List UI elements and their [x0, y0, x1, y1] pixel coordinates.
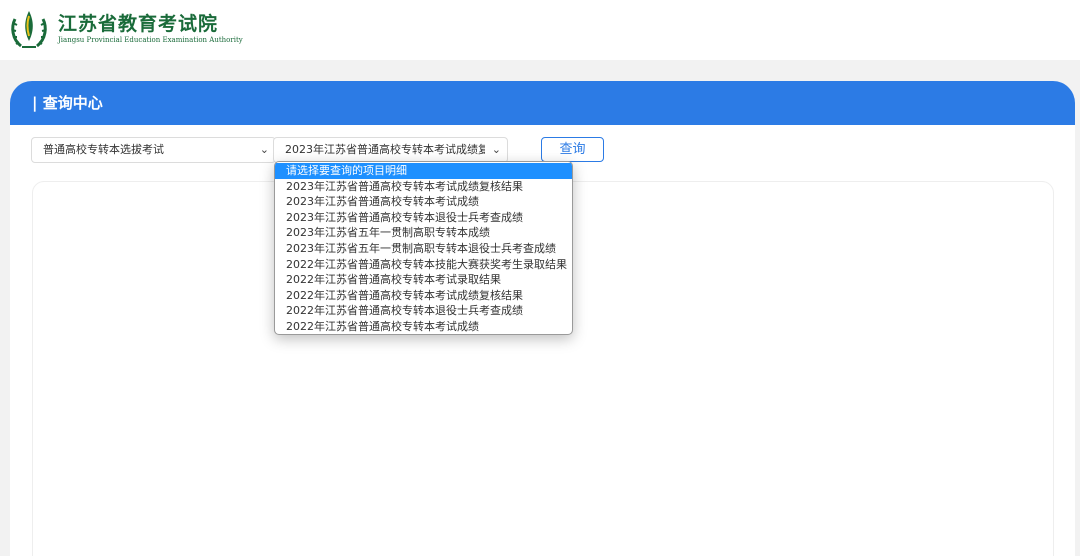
panel-title: | 查询中心	[32, 94, 103, 112]
dropdown-option[interactable]: 2022年江苏省普通高校专转本技能大赛获奖考生录取结果	[275, 257, 572, 273]
dropdown-option[interactable]: 2023年江苏省普通高校专转本退役士兵考查成绩	[275, 210, 572, 226]
exam-type-select[interactable]: 普通高校专转本选拔考试 ⌄	[31, 137, 276, 163]
dropdown-option[interactable]: 2022年江苏省普通高校专转本退役士兵考查成绩	[275, 303, 572, 319]
emblem-logo-icon	[11, 11, 47, 48]
dropdown-option[interactable]: 2022年江苏省普通高校专转本考试录取结果	[275, 272, 572, 288]
dropdown-option[interactable]: 2023年江苏省五年一贯制高职专转本退役士兵考查成绩	[275, 241, 572, 257]
query-button[interactable]: 查询	[541, 137, 604, 162]
chevron-down-icon: ⌄	[259, 143, 269, 156]
dropdown-option[interactable]: 2023年江苏省普通高校专转本考试成绩	[275, 194, 572, 210]
panel-header: | 查询中心	[10, 81, 1075, 125]
dropdown-option[interactable]: 2022年江苏省普通高校专转本考试成绩	[275, 319, 572, 334]
dropdown-option[interactable]: 2023年江苏省五年一贯制高职专转本成绩	[275, 225, 572, 241]
dropdown-option[interactable]: 2022年江苏省普通高校专转本考试成绩复核结果	[275, 288, 572, 304]
dropdown-option[interactable]: 请选择要查询的项目明细	[275, 163, 572, 179]
query-item-select[interactable]: 2023年江苏省普通高校专转本考试成绩复核结果 ⌄	[273, 137, 508, 163]
logo-title: 江苏省教育考试院	[58, 13, 219, 35]
query-item-select-value: 2023年江苏省普通高校专转本考试成绩复核结果	[285, 143, 485, 156]
query-item-dropdown-list[interactable]: 请选择要查询的项目明细 2023年江苏省普通高校专转本考试成绩复核结果 2023年江…	[274, 161, 573, 335]
logo-subtitle: Jiangsu Provincial Education Examination…	[58, 36, 243, 44]
exam-type-select-value: 普通高校专转本选拔考试	[43, 143, 164, 156]
dropdown-option[interactable]: 2023年江苏省普通高校专转本考试成绩复核结果	[275, 179, 572, 195]
chevron-down-icon: ⌄	[491, 143, 501, 156]
top-header: 江苏省教育考试院 Jiangsu Provincial Education Ex…	[0, 0, 1080, 60]
